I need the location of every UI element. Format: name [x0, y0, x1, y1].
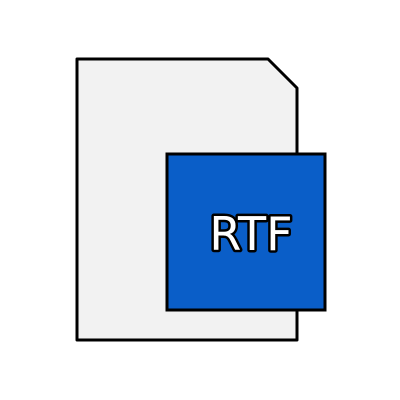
file-type-label: RTF [209, 207, 292, 261]
file-icon-canvas: RTF [0, 0, 400, 400]
rtf-file-icon: RTF [75, 57, 327, 342]
